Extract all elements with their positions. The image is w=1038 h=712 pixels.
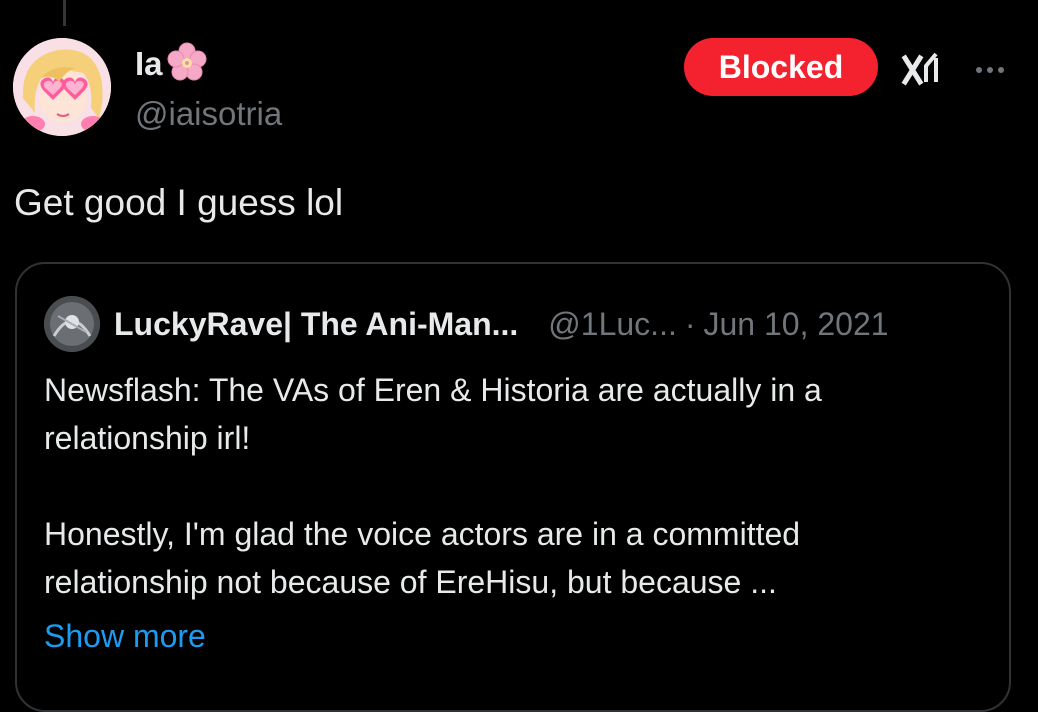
header-separator: ·	[684, 306, 696, 342]
quoted-avatar-image	[44, 296, 100, 352]
flower-emoji-icon	[167, 42, 207, 87]
quoted-post-body: Newsflash: The VAs of Eren & Historia ar…	[44, 366, 974, 606]
grok-icon[interactable]	[900, 48, 944, 92]
show-more-link[interactable]: Show more	[44, 612, 206, 660]
more-dot	[987, 67, 993, 73]
quoted-author-avatar[interactable]	[44, 296, 100, 352]
quoted-post-date[interactable]: Jun 10, 2021	[704, 302, 889, 346]
blocked-button[interactable]: Blocked	[684, 38, 878, 96]
post-text: Get good I guess lol	[14, 182, 344, 223]
author-name-row[interactable]: Ia	[135, 42, 207, 87]
quoted-text-line: Honestly, I'm glad the voice actors are …	[44, 516, 801, 552]
avatar-illustration	[13, 38, 111, 136]
quoted-author-handle[interactable]: @1Luc...	[548, 302, 677, 346]
more-options-icon[interactable]	[968, 50, 1012, 90]
quoted-text-line: relationship irl!	[44, 420, 251, 456]
thread-connector-line	[63, 0, 66, 26]
more-dot	[976, 67, 982, 73]
more-dot	[998, 67, 1004, 73]
quoted-text-line: Newsflash: The VAs of Eren & Historia ar…	[44, 372, 822, 408]
quoted-author-name[interactable]: LuckyRave| The Ani-Man...	[114, 302, 518, 346]
author-avatar[interactable]	[13, 38, 111, 136]
author-name[interactable]: Ia	[135, 44, 163, 84]
quoted-text-line: relationship not because of EreHisu, but…	[44, 564, 777, 600]
quoted-post-header: LuckyRave| The Ani-Man... @1Luc... · Jun…	[114, 302, 889, 346]
author-handle[interactable]: @iaisotria	[135, 94, 282, 134]
